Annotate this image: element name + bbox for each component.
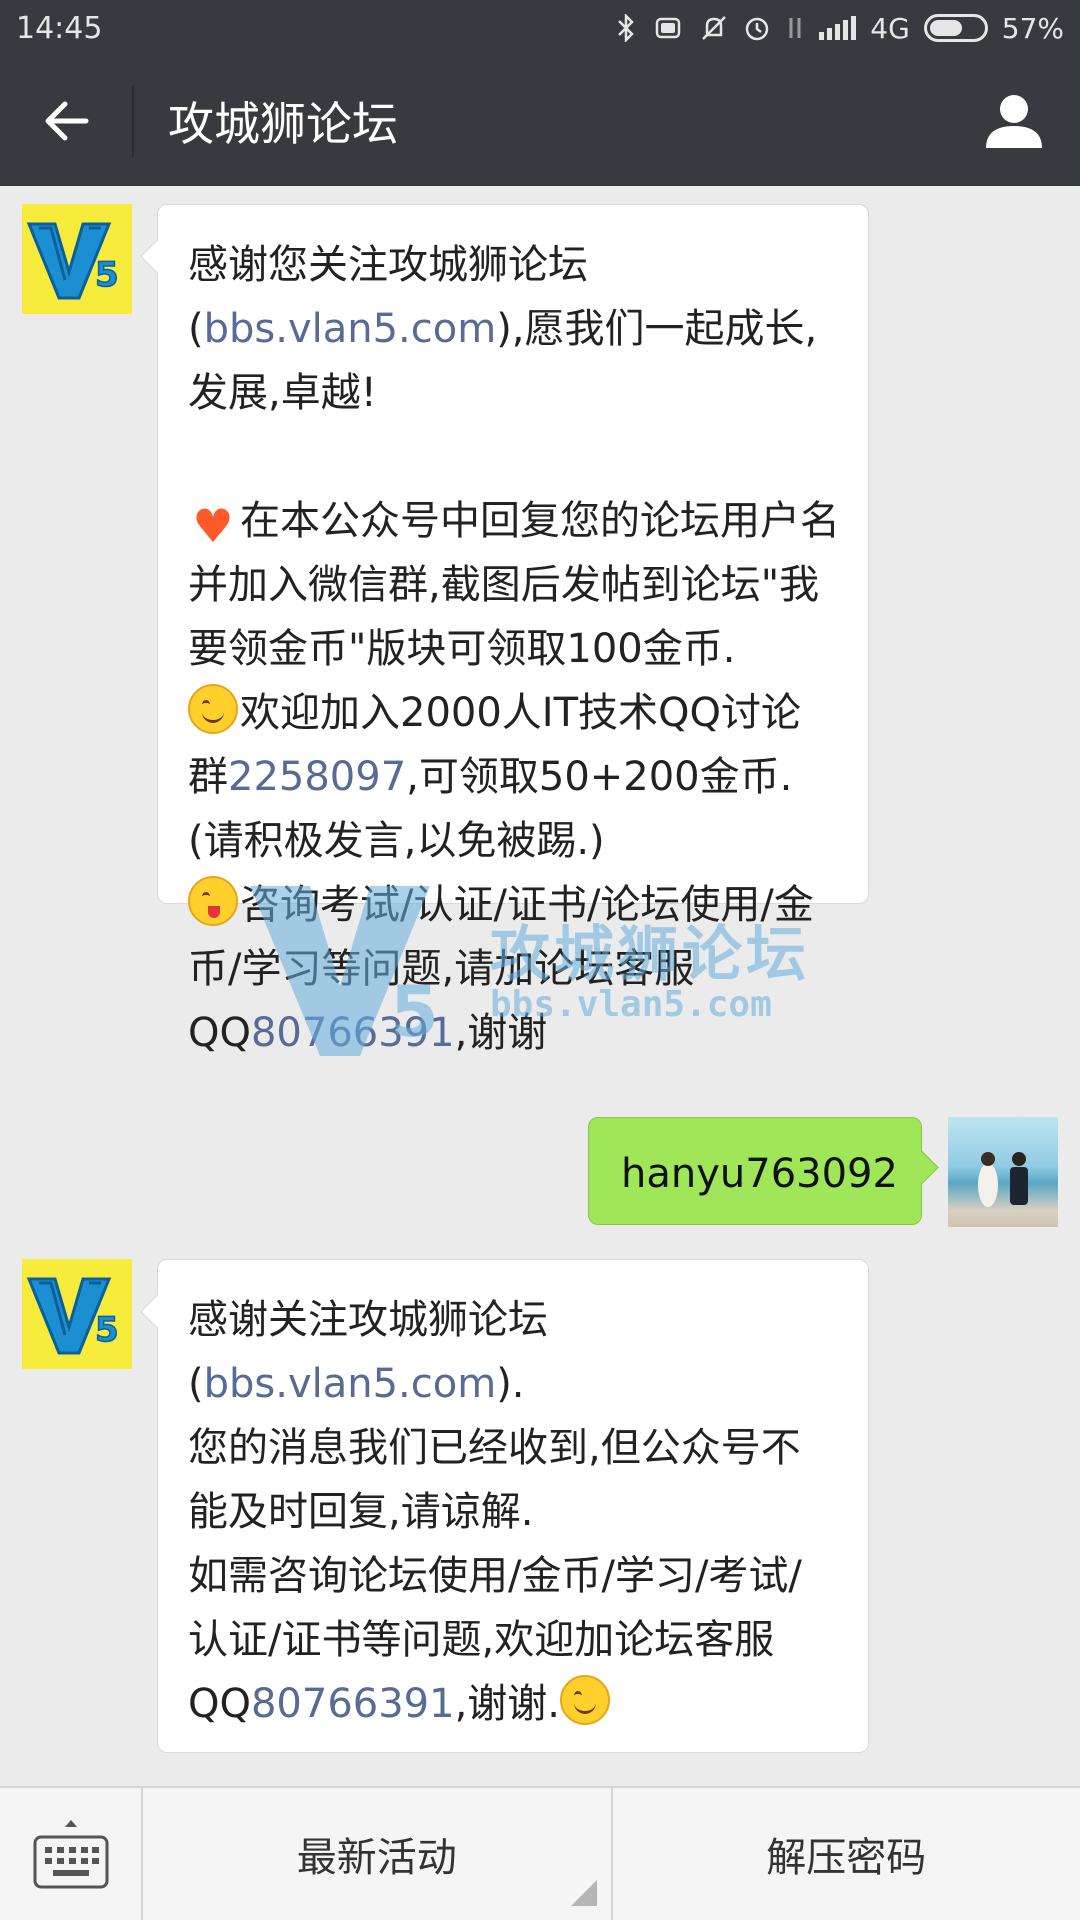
message-text: 您的消息我们已经收到,但公众号不能及时回复,请谅解. bbox=[188, 1425, 801, 1535]
keyboard-toggle-button[interactable] bbox=[0, 1788, 143, 1920]
message-paragraph: 咨询考试/认证/证书/论坛使用/金币/学习等问题,请加论坛客服QQ8076639… bbox=[188, 873, 840, 1065]
message-paragraph: 感谢关注攻城狮论坛(bbs.vlan5.com). bbox=[188, 1288, 840, 1416]
vibrate-icon bbox=[651, 15, 685, 41]
forum-link[interactable]: bbs.vlan5.com bbox=[204, 306, 497, 352]
svg-text:5: 5 bbox=[95, 1310, 119, 1350]
bottom-menu: 最新活动 解压密码 bbox=[0, 1786, 1080, 1920]
message-paragraph: ♥ 在本公众号中回复您的论坛用户名并加入微信群,截图后发帖到论坛"我要领金币"版块… bbox=[188, 489, 840, 681]
message-text: ,谢谢 bbox=[454, 1010, 548, 1056]
user-avatar[interactable] bbox=[948, 1117, 1058, 1227]
header: 攻城狮论坛 bbox=[0, 56, 1080, 186]
message-paragraph: 您的消息我们已经收到,但公众号不能及时回复,请谅解. bbox=[188, 1416, 840, 1544]
back-arrow-icon bbox=[45, 101, 89, 141]
data-arrows-icon bbox=[785, 14, 805, 42]
back-button[interactable] bbox=[0, 56, 132, 186]
network-type: 4G bbox=[870, 11, 910, 45]
menu-item-latest-events[interactable]: 最新活动 bbox=[143, 1788, 611, 1920]
alarm-icon bbox=[743, 13, 771, 43]
signal-icon bbox=[819, 16, 857, 40]
profile-button[interactable] bbox=[948, 56, 1080, 186]
menu-item-unzip-password[interactable]: 解压密码 bbox=[610, 1788, 1080, 1920]
menu-item-label: 最新活动 bbox=[296, 1835, 457, 1881]
header-divider bbox=[132, 85, 134, 157]
mute-bell-icon bbox=[699, 13, 729, 43]
person-icon bbox=[986, 95, 1042, 148]
status-time: 14:45 bbox=[16, 10, 103, 46]
svg-text:5: 5 bbox=[95, 255, 119, 295]
smile-emoji-icon bbox=[188, 684, 238, 734]
keyboard-icon bbox=[33, 1820, 108, 1889]
message-bubble-received[interactable]: 感谢关注攻城狮论坛(bbs.vlan5.com). 您的消息我们已经收到,但公众… bbox=[157, 1259, 869, 1753]
message-paragraph: 如需咨询论坛使用/金币/学习/考试/认证/证书等问题,欢迎加论坛客服QQ8076… bbox=[188, 1544, 840, 1736]
user-photo-icon bbox=[978, 1152, 1028, 1207]
status-bar: 14:45 4G 57% bbox=[0, 0, 1080, 56]
v5-logo-icon: 5 bbox=[26, 222, 119, 300]
chat-area[interactable]: 5 感谢您关注攻城狮论坛(bbs.vlan5.com),愿我们一起成长,发展,卓… bbox=[0, 186, 1080, 1786]
menu-item-label: 解压密码 bbox=[766, 1835, 927, 1881]
page-title: 攻城狮论坛 bbox=[168, 97, 398, 151]
message-bubble-received[interactable]: 感谢您关注攻城狮论坛(bbs.vlan5.com),愿我们一起成长,发展,卓越!… bbox=[157, 204, 869, 1056]
heart-emoji-icon: ♥ bbox=[192, 499, 234, 553]
official-account-avatar[interactable]: 5 bbox=[22, 204, 132, 314]
qq-service-link[interactable]: 80766391 bbox=[251, 1010, 455, 1056]
bluetooth-icon bbox=[615, 14, 637, 42]
message-text: ,谢谢. bbox=[454, 1681, 560, 1727]
battery-percent: 57% bbox=[1001, 11, 1064, 45]
forum-link[interactable]: bbs.vlan5.com bbox=[204, 1361, 497, 1407]
sent-message-text: hanyu763092 bbox=[621, 1151, 898, 1197]
official-account-avatar[interactable]: 5 bbox=[22, 1259, 132, 1369]
message-paragraph: 欢迎加入2000人IT技术QQ讨论群2258097,可领取50+200金币.(请… bbox=[188, 681, 840, 873]
message-bubble-sent[interactable]: hanyu763092 bbox=[588, 1117, 922, 1225]
message-paragraph: 感谢您关注攻城狮论坛(bbs.vlan5.com),愿我们一起成长,发展,卓越! bbox=[188, 233, 840, 425]
submenu-indicator-icon bbox=[570, 1880, 597, 1906]
battery-icon bbox=[923, 14, 988, 42]
message-text: 在本公众号中回复您的论坛用户名并加入微信群,截图后发帖到论坛"我要领金币"版块可… bbox=[188, 498, 840, 672]
v5-logo-icon: 5 bbox=[26, 1277, 119, 1355]
qq-group-link[interactable]: 2258097 bbox=[228, 754, 406, 800]
qq-service-link[interactable]: 80766391 bbox=[251, 1681, 455, 1727]
smile-emoji-icon bbox=[560, 1675, 610, 1725]
message-text: ). bbox=[496, 1361, 525, 1407]
wink-emoji-icon bbox=[188, 876, 238, 926]
